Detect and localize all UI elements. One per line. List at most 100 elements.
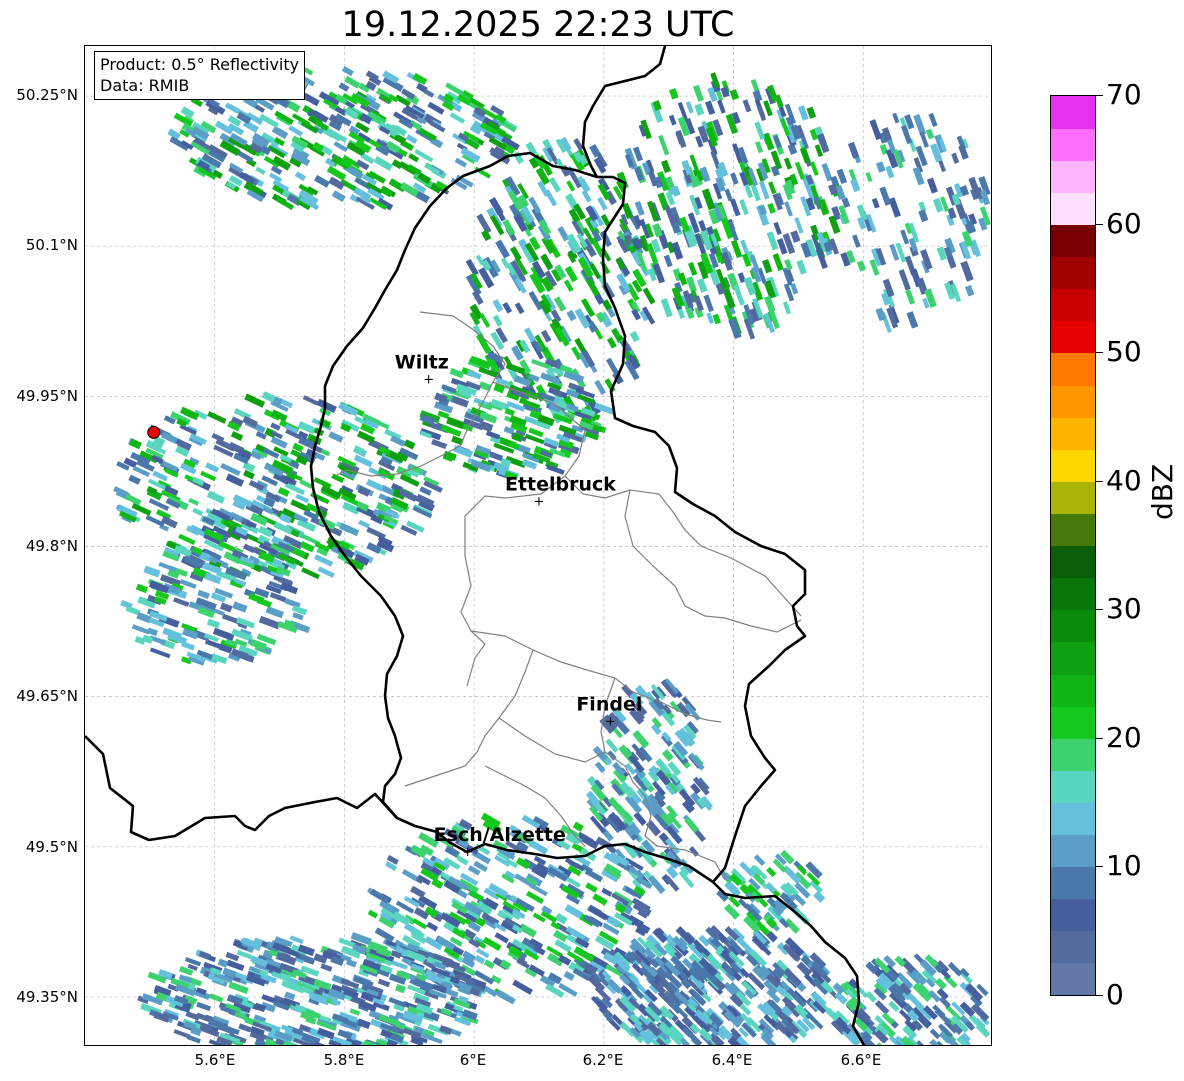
colorbar-segment: [1051, 834, 1095, 868]
colorbar-tick-label: 50: [1106, 335, 1142, 369]
echo-cell: [197, 589, 210, 599]
echo-cell: [865, 171, 873, 183]
echo-cell: [934, 977, 948, 990]
echo-cell: [255, 430, 267, 440]
echo-cell: [629, 330, 640, 343]
echo-cell: [767, 202, 776, 214]
lat-label: 50.25°N: [16, 86, 78, 104]
echo-cell: [426, 921, 439, 932]
echo-cell: [688, 261, 698, 276]
echo-cell: [128, 474, 141, 485]
echo-cell: [185, 1011, 200, 1021]
colorbar-tick: [1096, 995, 1103, 996]
echo-cell: [572, 821, 584, 832]
echo-cell: [408, 153, 420, 163]
city-label: Findel: [576, 694, 642, 716]
colorbar-segment: [1051, 513, 1095, 547]
colorbar-segment: [1051, 673, 1095, 707]
colorbar-tick: [1096, 480, 1103, 482]
echo-cell: [677, 308, 686, 319]
echo-cell: [773, 221, 782, 236]
colorbar-tick: [1096, 223, 1103, 225]
city-label: Ettelbruck: [505, 473, 616, 495]
echo-cell: [557, 226, 570, 242]
colorbar-segment: [1051, 417, 1095, 450]
colorbar-segment: [1051, 224, 1095, 258]
echo-cell: [373, 155, 393, 171]
colorbar-tick: [1096, 95, 1103, 96]
echo-cell: [740, 239, 750, 255]
echo-cell: [205, 462, 220, 473]
echo-cell: [729, 89, 740, 101]
radar-site-marker: [147, 425, 161, 439]
echo-cell: [220, 462, 241, 476]
city-marker-icon: +: [423, 372, 434, 387]
echo-cell: [663, 254, 673, 268]
echo-cell: [232, 601, 248, 613]
echo-cell: [265, 606, 284, 619]
echo-cell: [540, 329, 552, 343]
city-label: Wiltz: [395, 351, 449, 373]
echo-cell: [277, 486, 290, 497]
echo-cell: [705, 100, 716, 115]
echo-cell: [585, 882, 598, 893]
echo-cell: [642, 287, 656, 305]
echo-cell: [879, 186, 892, 206]
echo-cell: [300, 541, 315, 553]
echo-cell: [710, 72, 721, 89]
echo-cell: [349, 1008, 361, 1016]
echo-cell: [492, 314, 503, 327]
echo-cell: [401, 868, 418, 882]
echo-cell: [660, 298, 673, 318]
colorbar-tick-label: 0: [1106, 978, 1124, 1011]
colorbar-segment: [1051, 352, 1095, 386]
echo-cell: [755, 141, 764, 154]
city-marker-icon: +: [534, 494, 545, 509]
colorbar-segment: [1051, 898, 1095, 932]
echo-cell: [509, 246, 522, 261]
colorbar-segment: [1051, 545, 1095, 579]
echo-cell: [692, 84, 705, 102]
echo-cell: [301, 567, 320, 580]
echo-cell: [377, 978, 391, 988]
echo-cell: [668, 114, 677, 126]
echo-cell: [871, 197, 880, 209]
radar-echoes: [113, 65, 991, 1045]
echo-cell: [270, 422, 281, 431]
echo-cell: [173, 597, 190, 607]
echo-cell: [888, 197, 901, 218]
colorbar-tick: [1096, 352, 1103, 354]
colorbar-segment: [1051, 128, 1095, 161]
echo-cell: [856, 260, 867, 272]
echo-cell: [302, 395, 319, 406]
echo-cell: [764, 295, 776, 313]
echo-cell: [207, 411, 227, 424]
echo-cell: [564, 265, 578, 283]
echo-cell: [892, 112, 900, 124]
echo-cell: [813, 890, 826, 903]
echo-cell: [217, 958, 229, 968]
echo-cell: [273, 521, 293, 535]
lat-label: 49.95°N: [16, 387, 78, 405]
echo-cell: [772, 253, 784, 272]
echo-cell: [181, 641, 196, 651]
echo-cell: [238, 1023, 252, 1033]
radar-map[interactable]: + Wiltz + Ettelbruck + Findel + Esch/Alzette: [84, 45, 992, 1046]
echo-cell: [225, 473, 245, 487]
echo-cell: [756, 105, 766, 122]
echo-cell: [178, 533, 196, 546]
echo-cell: [929, 1028, 941, 1040]
colorbar-segment: [1051, 962, 1095, 995]
colorbar-segment: [1051, 706, 1095, 739]
colorbar-tick-label: 40: [1106, 463, 1142, 497]
echo-cell: [474, 954, 486, 965]
echo-cell: [492, 299, 504, 313]
echo-cell: [875, 161, 886, 173]
echo-cell: [206, 490, 226, 504]
echo-cell: [143, 565, 161, 578]
echo-cell: [317, 566, 335, 578]
echo-cell: [206, 618, 221, 629]
colorbar-tick: [1096, 609, 1103, 611]
echo-cell: [566, 180, 576, 192]
echo-cell: [192, 507, 204, 517]
